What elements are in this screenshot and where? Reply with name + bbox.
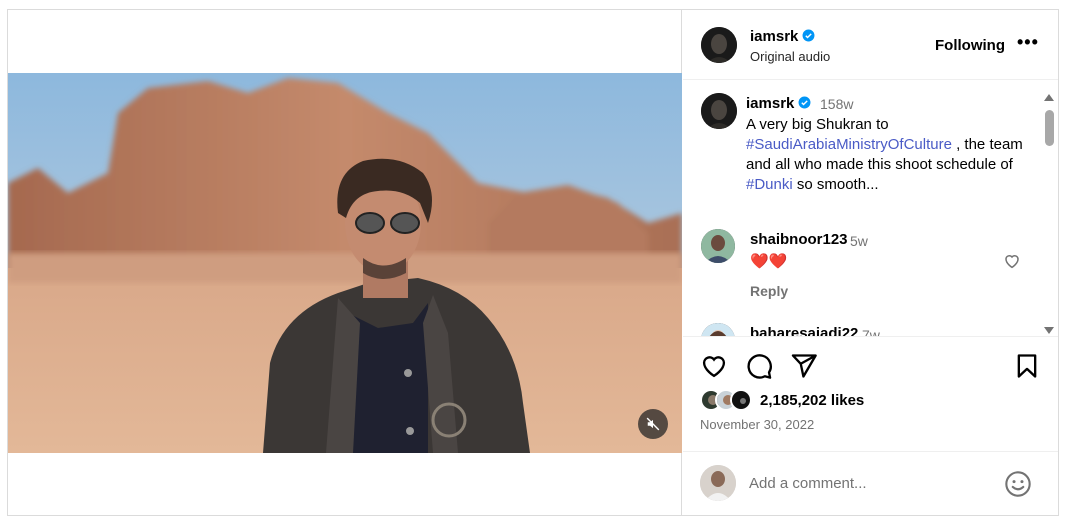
comment-text: ❤️❤️ [750, 253, 788, 270]
paper-plane-icon[interactable] [790, 352, 818, 380]
video-player[interactable] [8, 73, 682, 453]
comment-like-heart-icon[interactable] [1003, 252, 1021, 270]
post-card: iamsrk Original audio Following ••• iams… [7, 9, 1059, 516]
post-date[interactable]: November 30, 2022 [700, 417, 814, 432]
following-button[interactable]: Following [935, 37, 1005, 54]
heart-outline-icon[interactable] [700, 352, 728, 380]
mute-toggle-button[interactable] [638, 409, 668, 439]
post-header: iamsrk Original audio Following ••• [683, 10, 1058, 80]
scroll-down-arrow-icon[interactable] [1043, 326, 1055, 336]
comments-list: iamsrk 158w A very big Shukran to #Saudi… [683, 81, 1058, 336]
caption-timestamp[interactable]: 158w [820, 96, 853, 112]
liked-by-avatars[interactable] [700, 389, 760, 413]
speech-bubble-icon[interactable] [745, 352, 773, 380]
comment-timestamp[interactable]: 5w [850, 233, 868, 249]
comment-composer [683, 451, 1058, 515]
commenter-avatar[interactable] [701, 323, 735, 336]
comments-scrollbar[interactable] [1041, 88, 1057, 336]
hashtag-link[interactable]: #Dunki [746, 176, 793, 193]
current-user-avatar [700, 465, 736, 501]
post-actions: 2,185,202 likes November 30, 2022 [683, 336, 1058, 432]
author-avatar[interactable] [701, 93, 737, 129]
verified-badge-icon [798, 96, 811, 109]
bookmark-icon[interactable] [1013, 352, 1041, 380]
caption-text: A very big Shukran to #SaudiArabiaMinist… [746, 115, 1031, 195]
smiley-icon[interactable] [1004, 470, 1032, 498]
liker-avatar [730, 389, 752, 411]
details-pane: iamsrk Original audio Following ••• iams… [683, 10, 1058, 515]
caption-username[interactable]: iamsrk [746, 95, 811, 112]
comment-input[interactable] [749, 471, 989, 495]
media-pane [8, 10, 682, 515]
comment-username[interactable]: baharesajadi22 [750, 325, 858, 336]
scrollbar-thumb[interactable] [1045, 110, 1054, 146]
caption-text-part: A very big Shukran to [746, 116, 889, 133]
video-frame-image [8, 73, 682, 453]
speaker-muted-icon [646, 417, 660, 431]
verified-badge-icon [802, 29, 815, 42]
comment-username[interactable]: shaibnoor123 [750, 231, 848, 248]
reply-button[interactable]: Reply [750, 283, 788, 299]
commenter-avatar[interactable] [701, 229, 735, 263]
author-avatar[interactable] [701, 27, 737, 63]
more-options-button[interactable]: ••• [1017, 32, 1039, 53]
author-username[interactable]: iamsrk [750, 28, 815, 45]
audio-label[interactable]: Original audio [750, 49, 830, 64]
scroll-up-arrow-icon[interactable] [1043, 92, 1055, 102]
caption-text-part: so smooth... [792, 176, 879, 193]
comment-timestamp[interactable]: 7w [862, 327, 880, 336]
likes-count[interactable]: 2,185,202 likes [760, 392, 864, 409]
hashtag-link[interactable]: #SaudiArabiaMinistryOfCulture [746, 136, 952, 153]
